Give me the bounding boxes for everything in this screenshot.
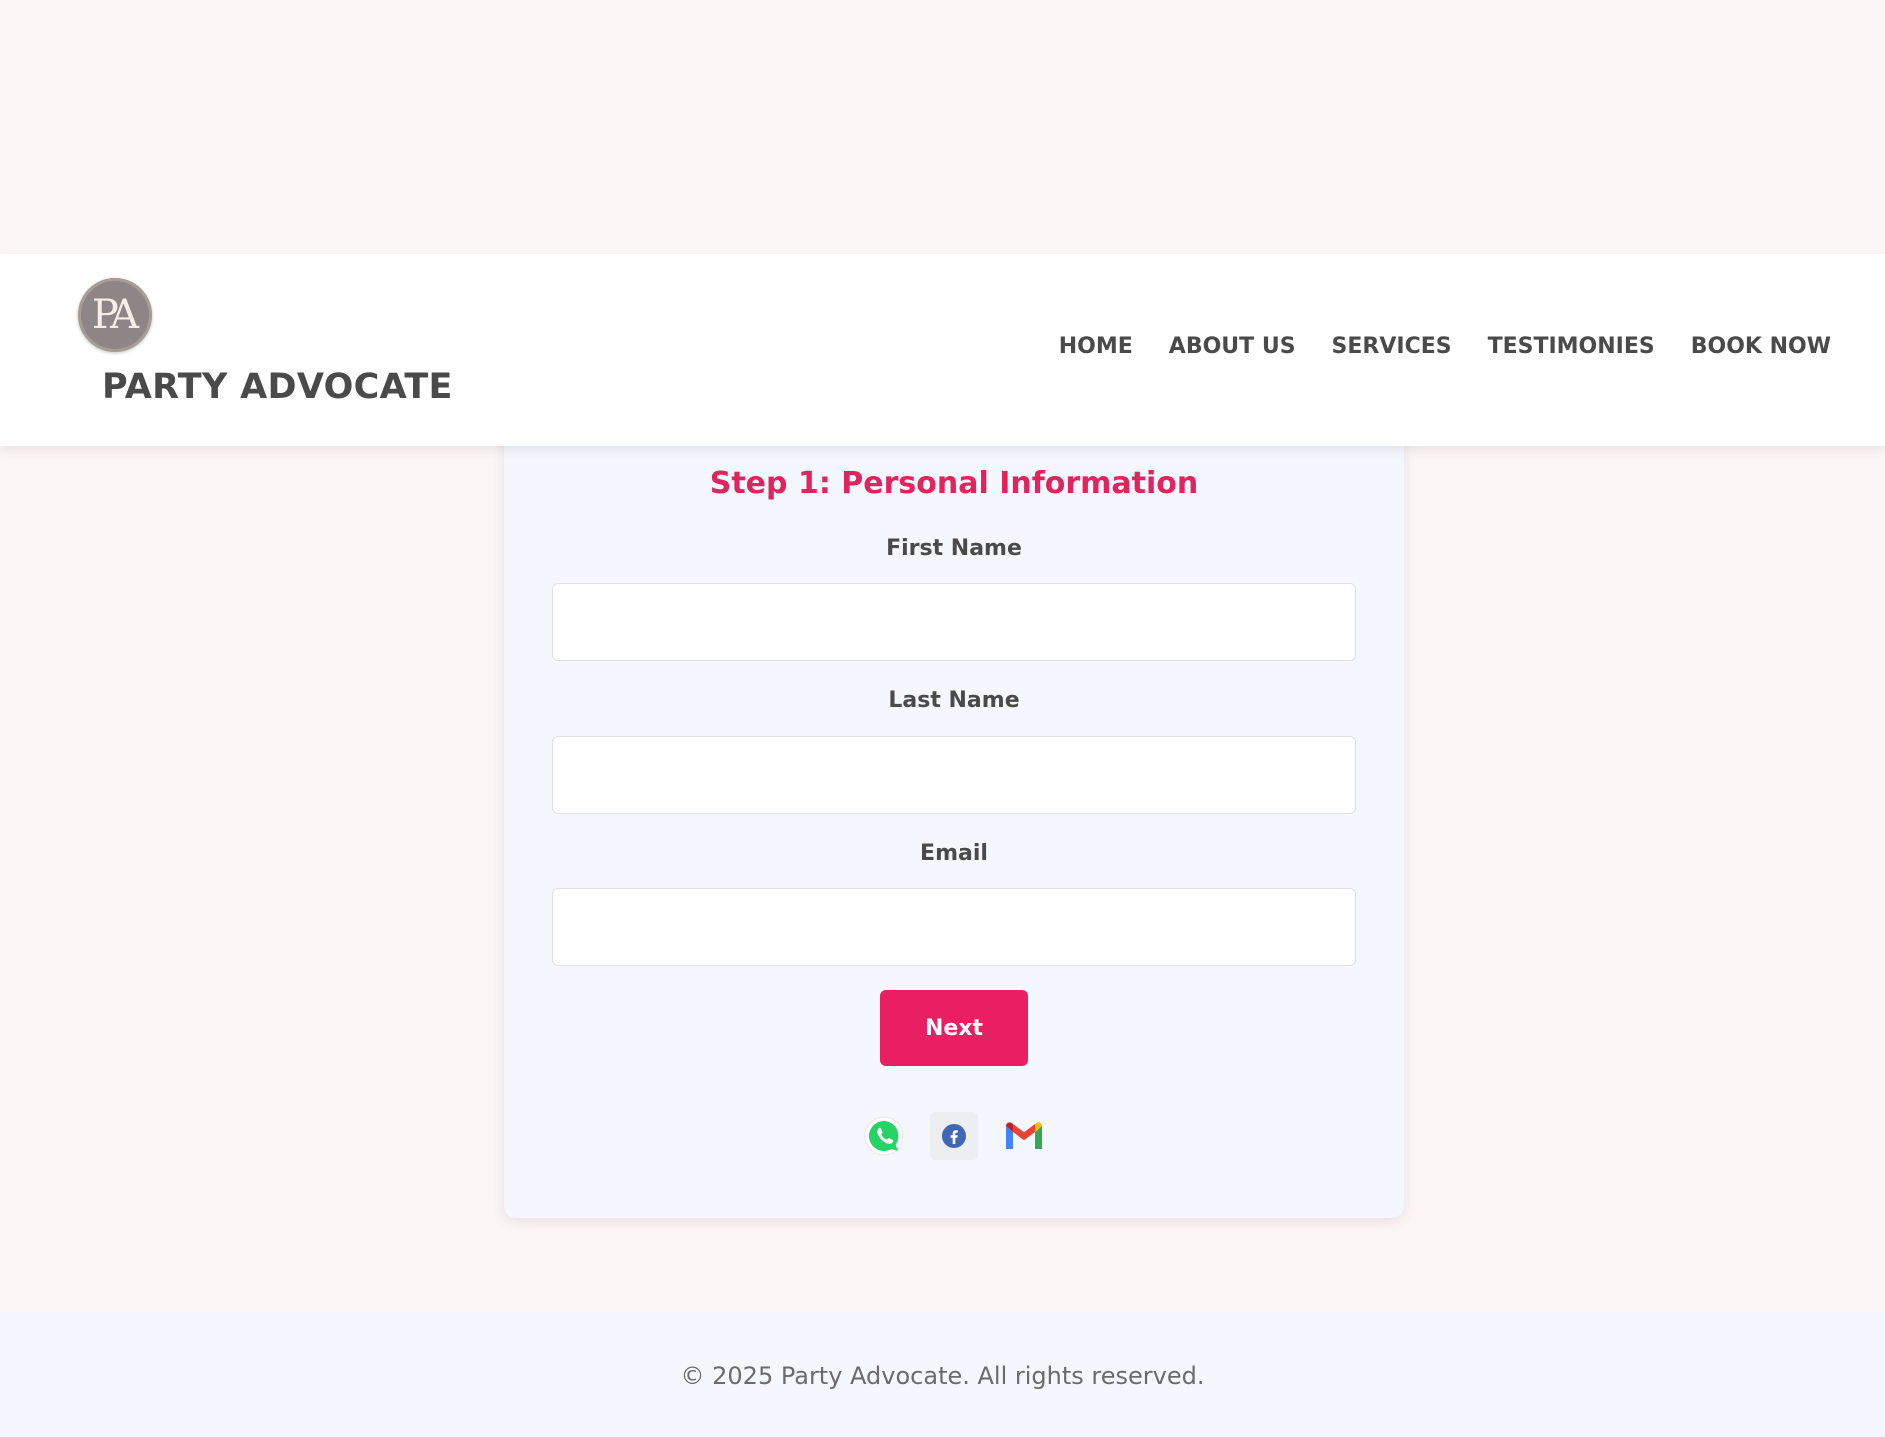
- nav-item-home[interactable]: HOME: [1059, 334, 1133, 359]
- facebook-link[interactable]: [930, 1112, 978, 1160]
- last-name-label: Last Name: [888, 688, 1020, 713]
- first-name-label: First Name: [886, 536, 1022, 561]
- nav-item-about-us[interactable]: ABOUT US: [1169, 334, 1296, 359]
- main-nav: HOME ABOUT US SERVICES TESTIMONIES BOOK …: [1059, 334, 1831, 359]
- next-button[interactable]: Next: [880, 990, 1028, 1066]
- logo-icon[interactable]: PA: [78, 278, 152, 352]
- step-title: Step 1: Personal Information: [709, 466, 1199, 501]
- logo-monogram: PA: [91, 292, 139, 338]
- social-links: [504, 1112, 1404, 1160]
- booking-form-card: Step 1: Personal Information First Name …: [504, 400, 1404, 1218]
- brand-name[interactable]: PARTY ADVOCATE: [102, 367, 453, 407]
- facebook-icon: [942, 1124, 966, 1148]
- gmail-icon: [1006, 1122, 1042, 1149]
- whatsapp-icon: [864, 1116, 904, 1156]
- nav-item-book-now[interactable]: BOOK NOW: [1691, 334, 1831, 359]
- last-name-input[interactable]: [552, 736, 1356, 814]
- whatsapp-link[interactable]: [860, 1112, 908, 1160]
- nav-item-services[interactable]: SERVICES: [1332, 334, 1452, 359]
- first-name-input[interactable]: [552, 583, 1356, 661]
- copyright-text: © 2025 Party Advocate. All rights reserv…: [680, 1362, 1205, 1390]
- email-label: Email: [920, 841, 988, 866]
- gmail-link[interactable]: [1000, 1112, 1048, 1160]
- nav-item-testimonies[interactable]: TESTIMONIES: [1488, 334, 1655, 359]
- site-header: PA PARTY ADVOCATE HOME ABOUT US SERVICES…: [0, 254, 1885, 446]
- email-input[interactable]: [552, 888, 1356, 966]
- site-footer: © 2025 Party Advocate. All rights reserv…: [0, 1312, 1885, 1437]
